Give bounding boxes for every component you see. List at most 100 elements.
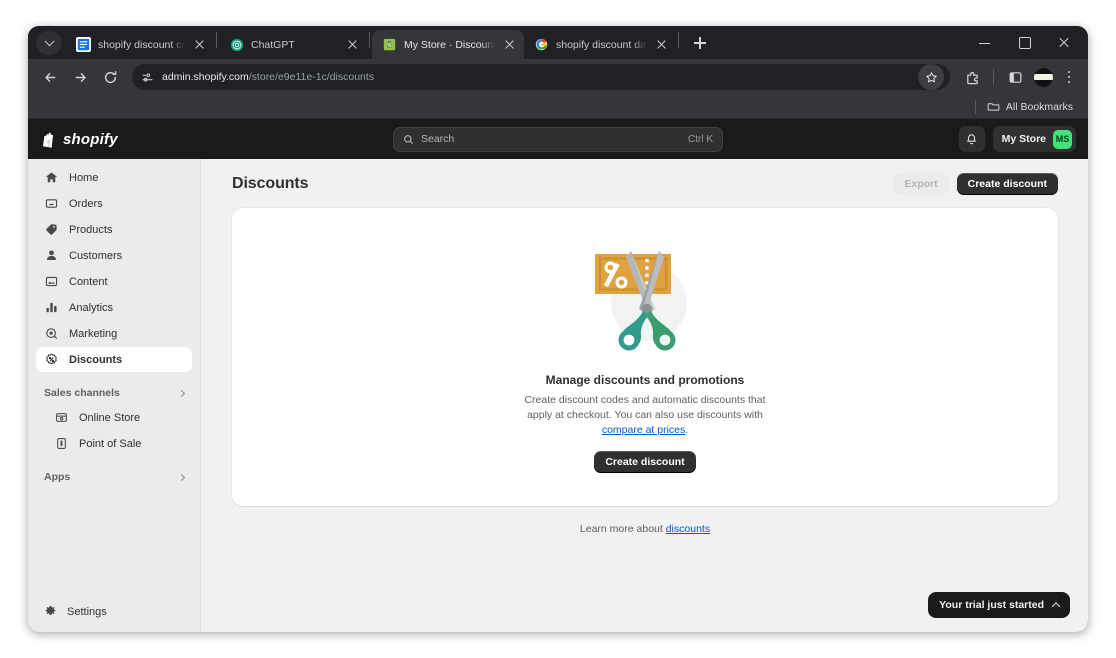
sidebar-item-orders[interactable]: Orders (36, 191, 192, 216)
analytics-bars-icon (44, 300, 59, 315)
chevron-up-icon (1051, 602, 1061, 611)
tab-title: shopify discount dashboard - G (556, 38, 647, 51)
sidebar-item-customers[interactable]: Customers (36, 243, 192, 268)
sidebar-item-point-of-sale[interactable]: Point of Sale (36, 431, 192, 456)
folder-icon (987, 100, 1000, 113)
shopify-admin: shopify Search Ctrl K My Store MS Home O… (28, 119, 1088, 632)
tab-search-button[interactable] (36, 31, 62, 55)
chevron-down-icon (44, 35, 54, 46)
minimize-button[interactable] (964, 26, 1004, 59)
browser-menu-icon[interactable] (1058, 64, 1080, 90)
sidebar-section-sales-channels[interactable]: Sales channels (36, 381, 192, 405)
page-header: Discounts Export Create discount (232, 169, 1058, 199)
shopify-logo[interactable]: shopify (40, 131, 210, 148)
point-of-sale-icon (54, 436, 69, 451)
apps-label: Apps (44, 471, 71, 483)
sidebar-item-label: Content (69, 275, 108, 288)
browser-tab-1[interactable]: shopify discount codes - Googl (66, 30, 214, 59)
sidebar-item-label: Point of Sale (79, 437, 142, 450)
shopify-bag-icon (40, 131, 56, 148)
all-bookmarks-label: All Bookmarks (1005, 100, 1073, 113)
empty-state-description-part2: . (685, 423, 689, 436)
create-discount-button-header[interactable]: Create discount (956, 173, 1058, 195)
notifications-bell-icon[interactable] (958, 126, 985, 152)
create-discount-button-empty-state[interactable]: Create discount (594, 450, 696, 473)
topbar-actions: My Store MS (906, 126, 1076, 152)
sales-channels-label: Sales channels (44, 387, 120, 399)
sidebar-item-label: Discounts (69, 353, 123, 366)
close-icon[interactable] (192, 37, 207, 52)
learn-more-text: Learn more about discounts (232, 523, 1058, 535)
new-tab-button[interactable] (687, 30, 713, 56)
sidebar-item-home[interactable]: Home (36, 165, 192, 190)
browser-tab-3-active[interactable]: S My Store · Discounts · Shopify (372, 30, 524, 59)
discount-scissors-coupon-illustration (585, 241, 705, 359)
tab-title: ChatGPT (251, 38, 295, 51)
all-bookmarks-button[interactable]: All Bookmarks (982, 98, 1078, 115)
shopify-icon: S (382, 37, 397, 52)
profile-avatar[interactable] (1034, 67, 1053, 87)
page-title: Discounts (232, 175, 309, 192)
tab-divider (369, 31, 370, 48)
sidebar-item-products[interactable]: Products (36, 217, 192, 242)
sidebar-item-analytics[interactable]: Analytics (36, 295, 192, 320)
site-info-icon[interactable] (141, 71, 154, 84)
page-header-actions: Export Create discount (893, 173, 1058, 195)
customers-person-icon (44, 248, 59, 263)
compare-at-prices-link[interactable]: compare at prices (602, 424, 685, 436)
sidebar-item-settings[interactable]: Settings (36, 599, 192, 624)
shopify-wordmark: shopify (63, 130, 118, 148)
close-icon[interactable] (345, 37, 360, 52)
close-window-button[interactable] (1044, 26, 1084, 59)
trial-toast[interactable]: Your trial just started (928, 592, 1070, 618)
gear-icon (44, 604, 57, 620)
sidebar-item-label: Marketing (69, 327, 118, 340)
address-bar[interactable]: admin.shopify.com/store/e9e11e-1c/discou… (132, 64, 950, 90)
side-panel-icon[interactable] (1001, 63, 1029, 91)
bookmark-star-icon[interactable] (918, 64, 944, 90)
forward-icon[interactable] (66, 63, 94, 91)
sidebar-item-label: Home (69, 171, 99, 184)
bookmarks-divider (974, 99, 976, 114)
chatgpt-icon (229, 37, 244, 52)
store-switcher[interactable]: My Store MS (992, 126, 1076, 152)
search-icon (403, 134, 414, 145)
window-controls (964, 26, 1088, 59)
url-text: admin.shopify.com/store/e9e11e-1c/discou… (162, 71, 918, 83)
empty-state-description-part1: Create discount codes and automatic disc… (524, 394, 766, 422)
sidebar-item-marketing[interactable]: Marketing (36, 321, 192, 346)
sidebar-item-label: Online Store (79, 411, 141, 424)
browser-toolbar: admin.shopify.com/store/e9e11e-1c/discou… (28, 59, 1088, 95)
global-search-input[interactable]: Search Ctrl K (393, 126, 723, 152)
tab-title: My Store · Discounts · Shopify (404, 38, 495, 51)
extensions-icon[interactable] (958, 63, 986, 91)
tab-divider (678, 31, 679, 48)
sidebar-section-apps[interactable]: Apps (36, 465, 192, 489)
empty-state-title: Manage discounts and promotions (545, 373, 745, 388)
sidebar-item-online-store[interactable]: Online Store (36, 405, 192, 430)
sidebar-item-content[interactable]: Content (36, 269, 192, 294)
search-shortcut: Ctrl K (688, 133, 713, 145)
maximize-button[interactable] (1004, 26, 1044, 59)
products-tag-icon (44, 222, 59, 237)
browser-window: shopify discount codes - Googl ChatGPT S… (28, 26, 1088, 632)
chevron-right-icon (177, 473, 186, 481)
sidebar-item-label: Orders (69, 197, 103, 210)
tab-title: shopify discount codes - Googl (98, 38, 185, 51)
export-button[interactable]: Export (893, 173, 949, 195)
main-content: Discounts Export Create discount Manage … (201, 159, 1088, 632)
back-icon[interactable] (36, 63, 64, 91)
close-icon[interactable] (654, 37, 669, 52)
url-path: /store/e9e11e-1c/discounts (248, 71, 375, 83)
store-name: My Store (1001, 133, 1046, 145)
browser-tab-2[interactable]: ChatGPT (219, 30, 367, 59)
marketing-megaphone-icon (44, 326, 59, 341)
reload-icon[interactable] (96, 63, 124, 91)
browser-tab-4[interactable]: shopify discount dashboard - G (524, 30, 676, 59)
online-store-icon (54, 410, 69, 425)
sidebar-item-discounts[interactable]: Discounts (36, 347, 192, 372)
close-icon[interactable] (502, 37, 517, 52)
sidebar-item-label: Analytics (69, 301, 114, 314)
discounts-help-link[interactable]: discounts (666, 523, 710, 535)
